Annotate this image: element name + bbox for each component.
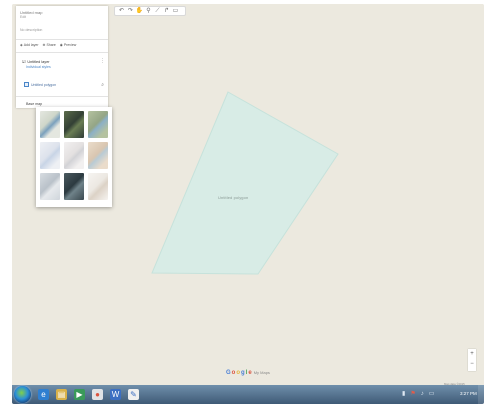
logo-letter: o [236,370,241,376]
basemap-thumb-map[interactable] [40,111,60,138]
start-button[interactable] [14,386,31,403]
panel-actions: ◈ Add layer ⊕ Share ◉ Preview [20,43,76,47]
basemap-thumb-atlas[interactable] [88,142,108,169]
logo-letter: G [226,370,231,376]
basemap-thumb-satellite[interactable] [64,111,84,138]
zoom-out-button[interactable]: − [468,359,476,369]
ruler-icon[interactable]: ▭ [171,7,180,15]
chrome-icon[interactable]: ● [92,389,103,400]
logo-letter: l [245,370,248,376]
ie-icon[interactable]: e [38,389,49,400]
basemap-thumb-terrain[interactable] [88,111,108,138]
basemap-thumb-whitewater[interactable] [88,173,108,200]
logo-letter: o [231,370,236,376]
hand-icon[interactable]: ✋ [135,7,144,15]
checkbox-icon[interactable]: ☑ [22,59,25,64]
logo-letter: e [248,370,252,376]
logo-letter: g [241,370,245,376]
marker-icon[interactable]: ⚲ [144,7,153,15]
google-logo: Google My Maps [226,370,270,376]
map-polygon[interactable] [151,91,339,275]
zoom-to-icon[interactable]: ⌕ [101,82,104,88]
flag-icon[interactable]: ⚑ [410,390,415,397]
network-icon[interactable]: ▮ [402,390,405,397]
taskbar-clock[interactable]: 3:27 PM [460,391,477,396]
battery-icon[interactable]: ▭ [429,390,435,397]
share-button[interactable]: ⊕ Share [43,43,56,47]
polygon-label: Untitled polygon [218,195,249,200]
divider [16,52,108,53]
line-icon[interactable]: ⟋ [153,7,162,15]
basemap-label[interactable]: Base map [26,102,42,106]
divider [16,96,108,97]
zoom-in-button[interactable]: + [468,349,476,359]
map-edit-link[interactable]: Edit [20,15,26,19]
layer-item-checkbox[interactable] [24,82,29,87]
preview-label: Preview [63,43,77,47]
drawing-toolbar: ↶ ↷ ✋ ⚲ ⟋ ↱ ▭ [114,6,186,16]
map-legend-panel: Untitled map Edit No description ◈ Add l… [16,6,108,108]
word-icon[interactable]: W [110,389,121,400]
logo-suffix: My Maps [253,370,270,375]
basemap-chooser [36,107,112,207]
preview-button[interactable]: ◉ Preview [60,43,77,47]
layer-item[interactable]: Untitled polygon ⌕ [24,81,104,88]
media-icon[interactable]: ▶ [74,389,85,400]
add-layer-button[interactable]: ◈ Add layer [20,43,39,47]
layer-item-label: Untitled polygon [31,82,57,87]
explorer-icon[interactable]: ▤ [56,389,67,400]
divider [16,39,108,40]
share-label: Share [46,43,56,47]
system-tray: ▮ ⚑ ♪ ▭ [402,390,435,398]
paint-icon[interactable]: ✎ [128,389,139,400]
redo-icon[interactable]: ↷ [126,7,135,15]
undo-icon[interactable]: ↶ [117,7,126,15]
windows-taskbar: e ▤ ▶ ● W ✎ ▮ ⚑ ♪ ▭ 3:27 PM [12,385,484,404]
add-layer-icon: ◈ [20,43,23,47]
basemap-thumb-dark-landmass[interactable] [64,173,84,200]
preview-icon: ◉ [59,43,63,47]
basemap-thumb-political[interactable] [40,142,60,169]
zoom-control: + − [468,349,476,371]
layer-style-link[interactable]: Individual styles [26,65,51,69]
layer-title: Untitled layer [27,59,50,64]
map-description[interactable]: No description [20,28,42,32]
basemap-thumb-mono[interactable] [64,142,84,169]
add-layer-label: Add layer [23,43,39,47]
show-desktop-button[interactable] [478,385,484,404]
directions-icon[interactable]: ↱ [162,7,171,15]
basemap-thumb-light-landmass[interactable] [40,173,60,200]
screen: Untitled polygon ↶ ↷ ✋ ⚲ ⟋ ↱ ▭ Untitled … [12,4,484,404]
layer-header[interactable]: ☑ Untitled layer [22,59,50,65]
volume-icon[interactable]: ♪ [421,391,424,397]
share-icon: ⊕ [42,43,46,47]
layer-options-icon[interactable]: ⋮ [100,58,105,64]
